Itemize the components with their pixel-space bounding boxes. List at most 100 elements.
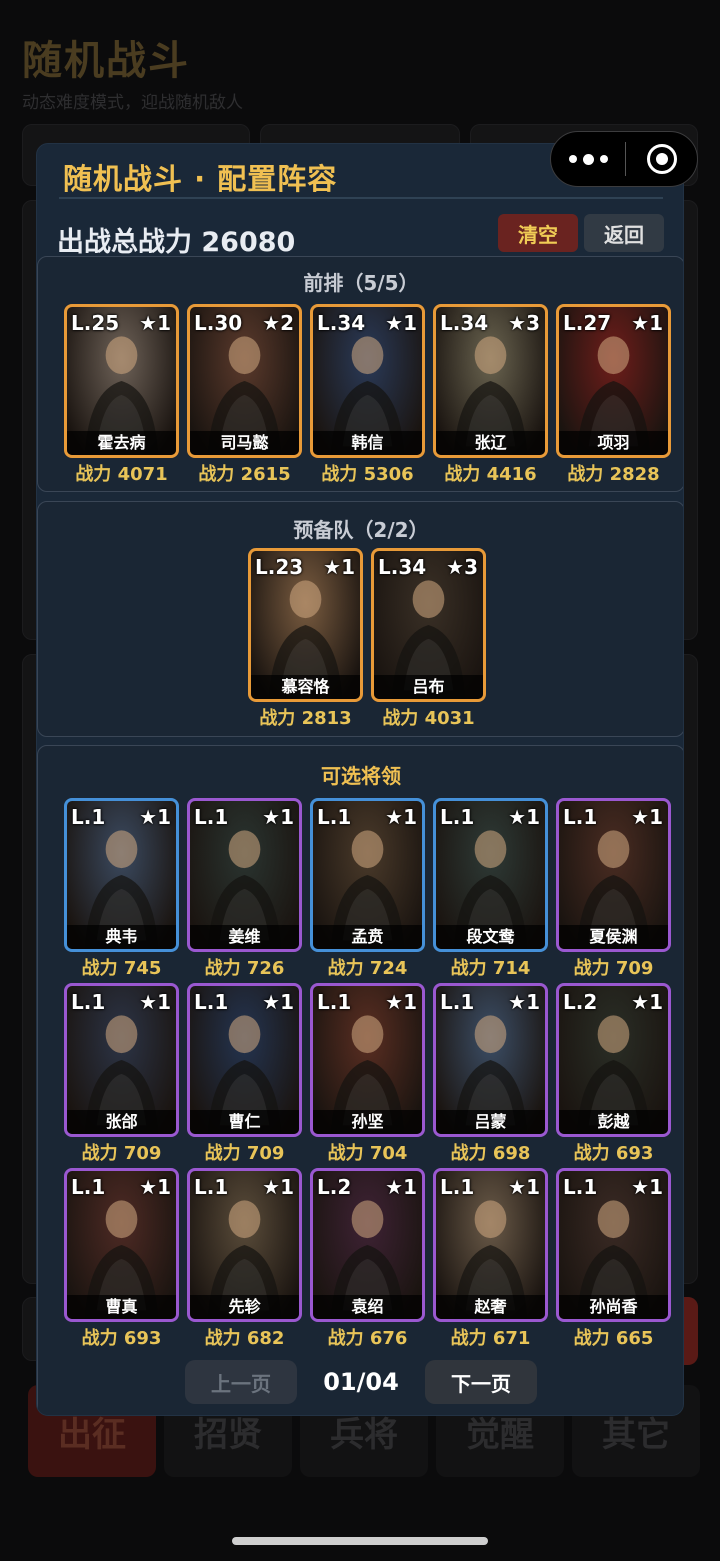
general-card[interactable]: L.1 ★1 赵奢 战力 671 bbox=[433, 1168, 548, 1350]
front-row-cards: L.25 ★1 霍去病 战力 4071 L.30 ★2 司马懿战力 2615 L.34 ★1 韩信… bbox=[64, 304, 671, 486]
general-card[interactable]: L.1 ★1 孙坚 战力 704 bbox=[310, 983, 425, 1165]
general-card[interactable]: L.23 ★1 慕容恪战力 2813 bbox=[248, 548, 363, 730]
general-name: 段文鸯 bbox=[436, 925, 545, 949]
general-portrait[interactable]: L.1 ★1 先轸 bbox=[187, 1168, 302, 1322]
general-power: 战力 726 bbox=[204, 958, 285, 979]
general-name: 赵奢 bbox=[436, 1295, 545, 1319]
modal-title: 随机战斗 · 配置阵容 bbox=[63, 162, 338, 196]
prev-page-button[interactable]: 上一页 bbox=[185, 1360, 297, 1404]
star-rank: ★1 bbox=[508, 805, 540, 829]
level-label: L.1 bbox=[317, 990, 352, 1014]
general-name: 孙坚 bbox=[313, 1110, 422, 1134]
general-name: 曹真 bbox=[67, 1295, 176, 1319]
general-portrait[interactable]: L.2 ★1 彭越 bbox=[556, 983, 671, 1137]
general-name: 吕蒙 bbox=[436, 1110, 545, 1134]
general-name: 孙尚香 bbox=[559, 1295, 668, 1319]
star-rank: ★1 bbox=[508, 990, 540, 1014]
star-rank: ★1 bbox=[631, 311, 663, 335]
available-generals-section: 可选将领 L.1 ★1 典韦 战力 745 L.1 ★1 姜维 战力 726 L.1 ★1 孟贲 战力… bbox=[37, 745, 683, 1415]
pagination: 上一页 01/04 下一页 bbox=[37, 1360, 683, 1404]
miniprogram-capsule bbox=[550, 131, 698, 187]
level-label: L.1 bbox=[194, 805, 229, 829]
general-portrait[interactable]: L.23 ★1 慕容恪 bbox=[248, 548, 363, 702]
level-label: L.1 bbox=[194, 1175, 229, 1199]
reserve-cards: L.23 ★1 慕容恪 战力 2813 L.34 ★3 吕布 战力 4031 bbox=[248, 548, 486, 730]
general-name: 项羽 bbox=[559, 431, 668, 455]
general-card[interactable]: L.1 ★1 夏侯渊 战力 709 bbox=[556, 798, 671, 980]
general-card[interactable]: L.1 ★1 孟贲战力 724 bbox=[310, 798, 425, 980]
level-label: L.1 bbox=[563, 805, 598, 829]
star-rank: ★2 bbox=[262, 311, 294, 335]
general-card[interactable]: L.1 ★1 典韦战力 745 bbox=[64, 798, 179, 980]
general-power: 战力 745 bbox=[81, 958, 162, 979]
star-rank: ★1 bbox=[262, 990, 294, 1014]
star-rank: ★1 bbox=[262, 805, 294, 829]
general-power: 战力 4416 bbox=[444, 464, 537, 485]
general-portrait[interactable]: L.1 ★1 赵奢 bbox=[433, 1168, 548, 1322]
general-portrait[interactable]: L.34 ★1 韩信 bbox=[310, 304, 425, 458]
general-portrait[interactable]: L.1 ★1 典韦 bbox=[64, 798, 179, 952]
available-row: L.1 ★1 张郃 战力 709 L.1 ★1 曹仁 战力 709 L.1 ★1 孙坚 战力 704 L… bbox=[64, 983, 671, 1165]
level-label: L.34 bbox=[440, 311, 489, 335]
star-rank: ★1 bbox=[631, 805, 663, 829]
close-miniprogram-icon[interactable] bbox=[626, 144, 697, 174]
level-label: L.25 bbox=[71, 311, 120, 335]
general-card[interactable]: L.34 ★1 韩信 战力 5306 bbox=[310, 304, 425, 486]
general-card[interactable]: L.1 ★1 姜维 战力 726 bbox=[187, 798, 302, 980]
general-power: 战力 2615 bbox=[198, 464, 291, 485]
general-card[interactable]: L.30 ★2 司马懿战力 2615 bbox=[187, 304, 302, 486]
home-indicator[interactable] bbox=[232, 1537, 488, 1545]
general-name: 夏侯渊 bbox=[559, 925, 668, 949]
general-name: 袁绍 bbox=[313, 1295, 422, 1319]
general-power: 战力 724 bbox=[327, 958, 408, 979]
general-portrait[interactable]: L.2 ★1 袁绍 bbox=[310, 1168, 425, 1322]
general-name: 孟贲 bbox=[313, 925, 422, 949]
star-rank: ★3 bbox=[446, 555, 478, 579]
more-icon[interactable] bbox=[551, 132, 625, 186]
general-card[interactable]: L.1 ★1 段文鸯 战力 714 bbox=[433, 798, 548, 980]
general-portrait[interactable]: L.1 ★1 孟贲 bbox=[310, 798, 425, 952]
general-portrait[interactable]: L.1 ★1 段文鸯 bbox=[433, 798, 548, 952]
general-portrait[interactable]: L.1 ★1 姜维 bbox=[187, 798, 302, 952]
general-portrait[interactable]: L.27 ★1 项羽 bbox=[556, 304, 671, 458]
general-portrait[interactable]: L.1 ★1 曹真 bbox=[64, 1168, 179, 1322]
general-card[interactable]: L.1 ★1 吕蒙 战力 698 bbox=[433, 983, 548, 1165]
general-portrait[interactable]: L.1 ★1 曹仁 bbox=[187, 983, 302, 1137]
general-card[interactable]: L.1 ★1 曹真战力 693 bbox=[64, 1168, 179, 1350]
general-card[interactable]: L.1 ★1 张郃战力 709 bbox=[64, 983, 179, 1165]
general-power: 战力 2828 bbox=[567, 464, 660, 485]
general-name: 司马懿 bbox=[190, 431, 299, 455]
general-card[interactable]: L.1 ★1 曹仁 战力 709 bbox=[187, 983, 302, 1165]
general-power: 战力 693 bbox=[81, 1328, 162, 1349]
general-power: 战力 2813 bbox=[259, 708, 352, 729]
general-card[interactable]: L.34 ★3 吕布 战力 4031 bbox=[371, 548, 486, 730]
general-card[interactable]: L.1 ★1 孙尚香 战力 665 bbox=[556, 1168, 671, 1350]
general-name: 吕布 bbox=[374, 675, 483, 699]
general-card[interactable]: L.2 ★1 袁绍 战力 676 bbox=[310, 1168, 425, 1350]
general-card[interactable]: L.1 ★1 先轸 战力 682 bbox=[187, 1168, 302, 1350]
general-portrait[interactable]: L.1 ★1 夏侯渊 bbox=[556, 798, 671, 952]
divider bbox=[59, 197, 663, 199]
general-portrait[interactable]: L.25 ★1 霍去病 bbox=[64, 304, 179, 458]
general-power: 战力 709 bbox=[81, 1143, 162, 1164]
star-rank: ★1 bbox=[631, 990, 663, 1014]
back-button[interactable]: 返回 bbox=[584, 214, 664, 252]
general-portrait[interactable]: L.1 ★1 张郃 bbox=[64, 983, 179, 1137]
general-card[interactable]: L.34 ★3 张辽战力 4416 bbox=[433, 304, 548, 486]
level-label: L.1 bbox=[71, 1175, 106, 1199]
general-card[interactable]: L.27 ★1 项羽 战力 2828 bbox=[556, 304, 671, 486]
general-portrait[interactable]: L.1 ★1 孙尚香 bbox=[556, 1168, 671, 1322]
general-portrait[interactable]: L.34 ★3 张辽 bbox=[433, 304, 548, 458]
general-portrait[interactable]: L.1 ★1 孙坚 bbox=[310, 983, 425, 1137]
next-page-button[interactable]: 下一页 bbox=[425, 1360, 537, 1404]
general-portrait[interactable]: L.30 ★2 司马懿 bbox=[187, 304, 302, 458]
general-card[interactable]: L.2 ★1 彭越 战力 693 bbox=[556, 983, 671, 1165]
star-rank: ★1 bbox=[139, 1175, 171, 1199]
general-portrait[interactable]: L.34 ★3 吕布 bbox=[371, 548, 486, 702]
general-card[interactable]: L.25 ★1 霍去病 战力 4071 bbox=[64, 304, 179, 486]
clear-button[interactable]: 清空 bbox=[498, 214, 578, 252]
general-name: 张辽 bbox=[436, 431, 545, 455]
general-portrait[interactable]: L.1 ★1 吕蒙 bbox=[433, 983, 548, 1137]
front-row-title: 前排（5/5） bbox=[303, 271, 419, 295]
level-label: L.30 bbox=[194, 311, 243, 335]
